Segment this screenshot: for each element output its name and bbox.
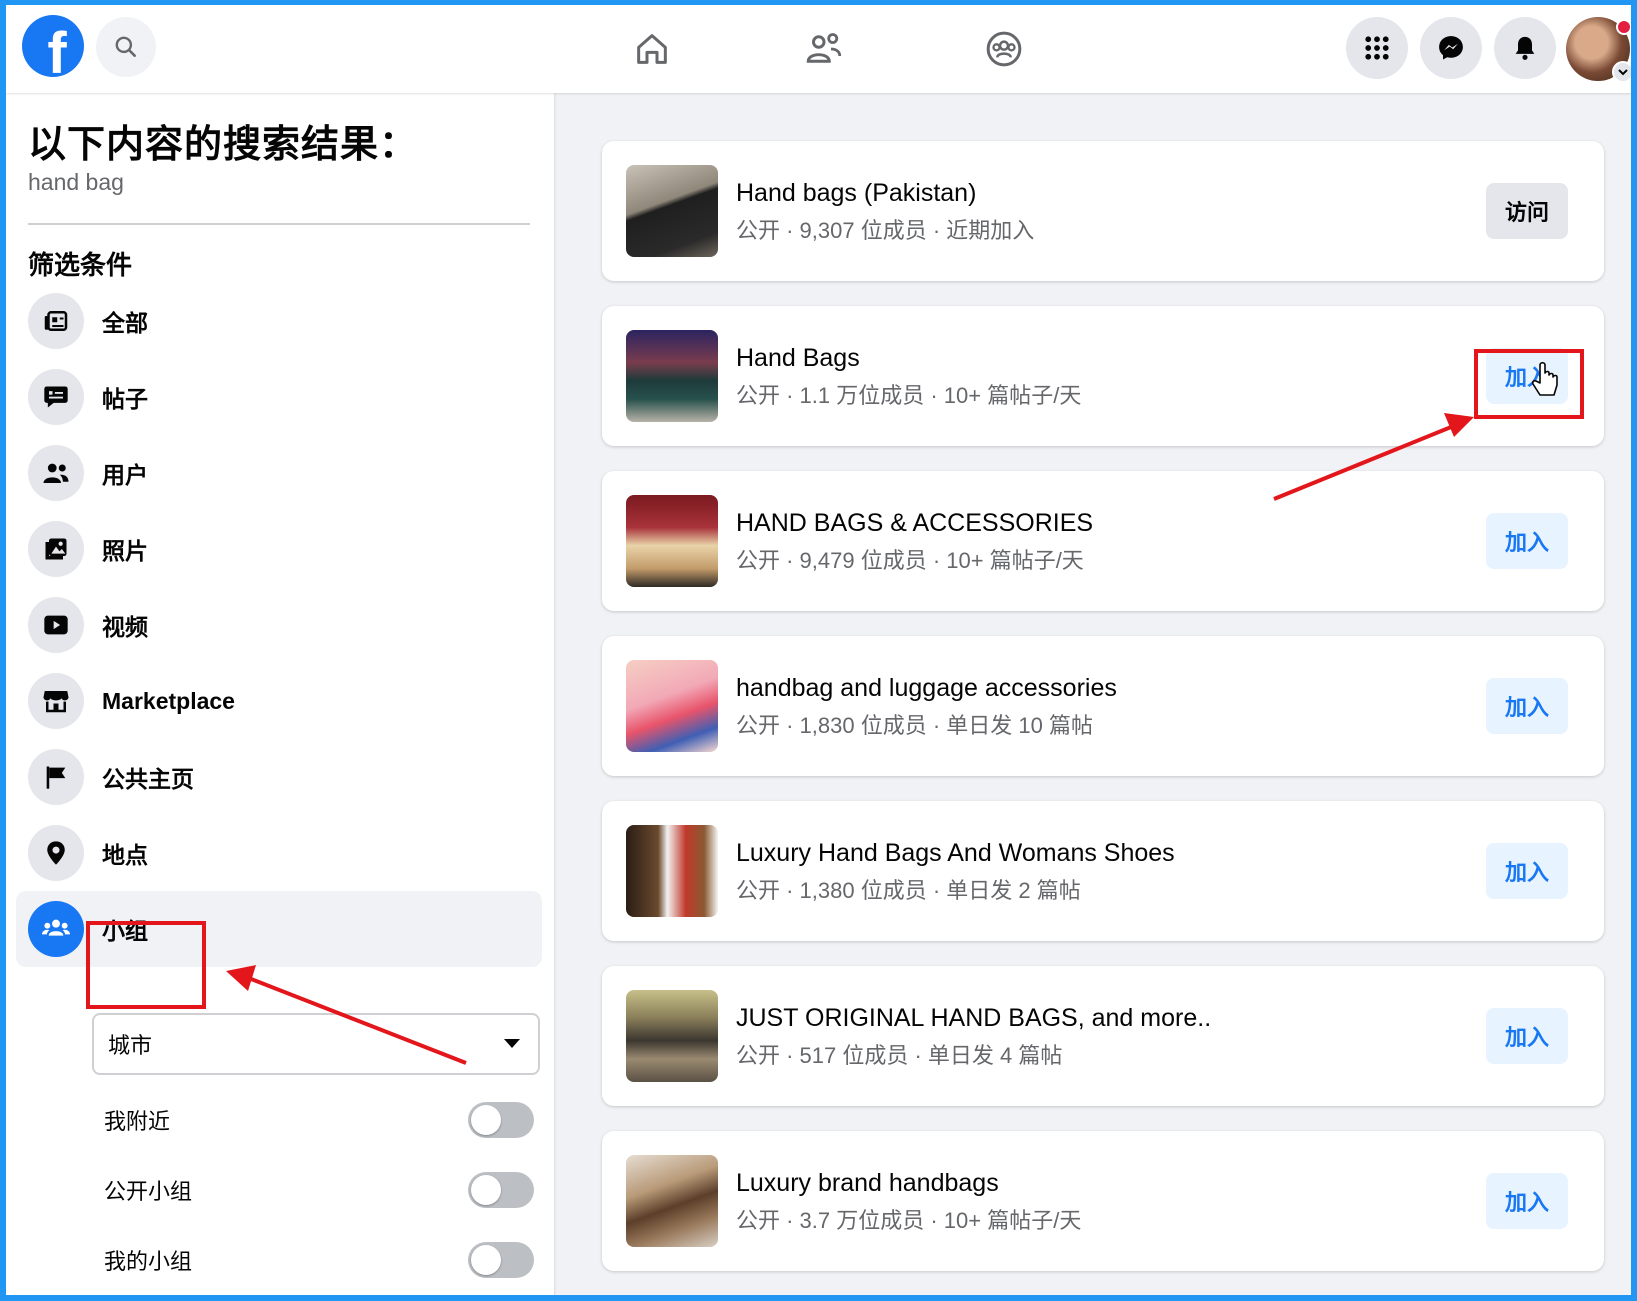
filter-item-photos[interactable]: 照片 [16,511,542,587]
nav-friends[interactable] [796,21,852,77]
group-result-card[interactable]: Hand bags (Pakistan) 公开 · 9,307 位成员 · 近期… [602,141,1604,281]
all-results-icon [28,293,84,349]
nav-home[interactable] [624,21,680,77]
annotation-highlight-join [1474,349,1584,419]
group-meta: 公开 · 1.1 万位成员 · 10+ 篇帖子/天 [736,383,1082,408]
chevron-down-icon[interactable] [1612,61,1631,83]
group-meta: 公开 · 1,830 位成员 · 单日发 10 篇帖 [736,713,1093,738]
group-thumbnail [626,660,718,752]
annotation-highlight-groups [86,921,206,1009]
search-filters-sidebar: 以下内容的搜索结果： hand bag 筛选条件 全部 帖子 用户 照片 视频 … [6,93,554,1295]
group-name[interactable]: HAND BAGS & ACCESSORIES [736,509,1093,538]
filter-label: Marketplace [102,687,235,714]
group-thumbnail [626,495,718,587]
filter-item-pages[interactable]: 公共主页 [16,739,542,815]
menu-button[interactable] [1346,17,1408,79]
visit-button[interactable]: 访问 [1486,183,1568,239]
group-result-card[interactable]: Hand Bags 公开 · 1.1 万位成员 · 10+ 篇帖子/天 加入 [602,306,1604,446]
filter-item-marketplace[interactable]: Marketplace [16,663,542,739]
group-result-card[interactable]: Luxury brand handbags 公开 · 3.7 万位成员 · 10… [602,1131,1604,1271]
group-name[interactable]: Hand Bags [736,344,860,373]
groups-icon [28,901,84,957]
menu-grid-icon [1365,36,1389,60]
join-button[interactable]: 加入 [1486,513,1568,569]
join-button[interactable]: 加入 [1486,678,1568,734]
friends-icon [806,33,842,63]
group-thumbnail [626,330,718,422]
filter-item-videos[interactable]: 视频 [16,587,542,663]
toggle-row-my-groups: 我的小组 [104,1235,534,1285]
filter-item-places[interactable]: 地点 [16,815,542,891]
toggle-row-nearby: 我附近 [104,1095,534,1145]
search-icon [115,36,136,57]
group-result-card[interactable]: Luxury Hand Bags And Womans Shoes 公开 · 1… [602,801,1604,941]
filter-item-posts[interactable]: 帖子 [16,359,542,435]
notifications-button[interactable] [1494,17,1556,79]
group-name[interactable]: Luxury Hand Bags And Womans Shoes [736,839,1175,868]
home-icon [637,34,667,64]
city-select-value: 城市 [108,1033,153,1058]
group-result-card[interactable]: handbag and luggage accessories 公开 · 1,8… [602,636,1604,776]
group-meta: 公开 · 9,307 位成员 · 近期加入 [736,218,1035,243]
top-navigation-bar: f [6,5,1631,93]
group-name[interactable]: Luxury brand handbags [736,1169,999,1198]
toggle-switch[interactable] [468,1172,534,1208]
group-result-card[interactable]: HAND BAGS & ACCESSORIES 公开 · 9,479 位成员 ·… [602,471,1604,611]
group-name[interactable]: Hand bags (Pakistan) [736,179,976,208]
group-name[interactable]: handbag and luggage accessories [736,674,1117,703]
filter-item-people[interactable]: 用户 [16,435,542,511]
filter-label: 帖子 [102,386,148,412]
search-button[interactable] [96,17,156,77]
group-meta: 公开 · 517 位成员 · 单日发 4 篇帖 [736,1043,1063,1068]
filter-label: 全部 [102,310,148,336]
group-thumbnail [626,990,718,1082]
location-pin-icon [28,825,84,881]
join-button[interactable]: 加入 [1486,843,1568,899]
facebook-logo[interactable]: f [22,15,84,77]
filter-label: 公共主页 [102,766,194,792]
group-thumbnail [626,825,718,917]
nav-groups[interactable] [976,21,1032,77]
marketplace-icon [28,673,84,729]
toggle-label: 公开小组 [104,1179,193,1204]
toggle-label: 我附近 [104,1109,171,1134]
group-meta: 公开 · 1,380 位成员 · 单日发 2 篇帖 [736,878,1081,903]
caret-down-icon [504,1039,520,1048]
pages-flag-icon [28,749,84,805]
posts-icon [28,369,84,425]
group-thumbnail [626,165,718,257]
group-result-card[interactable]: JUST ORIGINAL HAND BAGS, and more.. 公开 ·… [602,966,1604,1106]
filters-heading: 筛选条件 [28,250,133,280]
join-button[interactable]: 加入 [1486,1008,1568,1064]
groups-icon [986,31,1022,67]
page-title: 以下内容的搜索结果： [28,124,419,166]
photos-icon [28,521,84,577]
group-thumbnail [626,1155,718,1247]
city-select[interactable]: 城市 [92,1013,540,1075]
screenshot-frame: f 以下内容的搜索结果： hand bag 筛选条件 全部 帖子 用户 照片 视… [0,0,1637,1301]
profile-avatar[interactable] [1566,17,1631,83]
group-name[interactable]: JUST ORIGINAL HAND BAGS, and more.. [736,1004,1211,1033]
filter-label: 用户 [102,462,148,488]
messenger-icon [1439,36,1463,60]
join-button[interactable]: 加入 [1486,1173,1568,1229]
toggle-row-public-groups: 公开小组 [104,1165,534,1215]
group-meta: 公开 · 3.7 万位成员 · 10+ 篇帖子/天 [736,1208,1082,1233]
filter-label: 照片 [102,538,148,564]
people-icon [28,445,84,501]
toggle-label: 我的小组 [104,1249,193,1274]
filter-label: 地点 [102,842,148,868]
group-meta: 公开 · 9,479 位成员 · 10+ 篇帖子/天 [736,548,1084,573]
toggle-switch[interactable] [468,1242,534,1278]
filter-label: 视频 [102,614,148,640]
video-icon [28,597,84,653]
filter-item-all[interactable]: 全部 [16,283,542,359]
divider [28,223,530,225]
search-query: hand bag [28,169,124,195]
messenger-button[interactable] [1420,17,1482,79]
notification-dot [1616,19,1631,35]
bell-icon [1515,36,1535,60]
toggle-switch[interactable] [468,1102,534,1138]
